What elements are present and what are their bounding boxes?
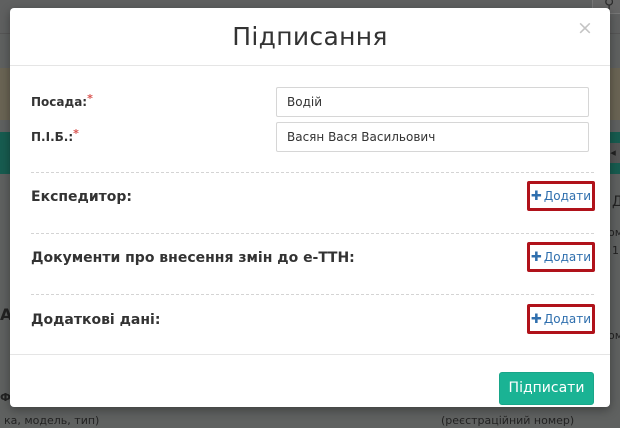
required-mark: * [87,92,93,105]
add-button-label: Додати [543,189,592,203]
section-divider [31,172,594,173]
modal-title: Підписання [232,22,388,51]
background-text: 1 [612,244,619,257]
add-forwarder-button[interactable]: ✚ Додати [527,181,595,211]
sign-button[interactable]: Підписати [499,372,594,405]
plus-icon: ✚ [530,250,542,265]
close-icon[interactable]: × [576,18,594,38]
modal-header: Підписання × [10,8,610,66]
add-additional-data-button[interactable]: ✚ Додати [527,304,595,334]
signing-modal: Підписання × Посада:* Водій П.І.Б.:* Вас… [10,8,610,407]
background-text: Д [612,194,620,210]
required-mark: * [73,127,79,140]
add-change-document-button[interactable]: ✚ Додати [527,242,595,272]
position-label-text: Посада: [31,95,88,109]
modal-footer: Підписати [10,354,610,407]
add-button-label: Додати [543,250,592,264]
section-divider [31,233,594,234]
plus-icon: ✚ [530,189,542,204]
full-name-label-text: П.І.Б.: [31,130,74,144]
change-documents-label: Документи про внесення змін до е-ТТН: [31,250,355,266]
position-label: Посада:* [31,92,93,109]
section-divider [31,294,594,295]
full-name-label: П.І.Б.:* [31,127,79,144]
forwarder-label: Експедитор: [31,189,133,205]
additional-data-label: Додаткові дані: [31,312,161,328]
plus-icon: ✚ [530,312,542,327]
background-text: (реєстраційний номер) [441,414,575,427]
background-text: ка, модель, тип) [4,414,100,427]
position-input[interactable]: Водій [276,87,589,117]
full-name-input[interactable]: Васян Вася Васильович [276,122,589,152]
add-button-label: Додати [543,312,592,326]
